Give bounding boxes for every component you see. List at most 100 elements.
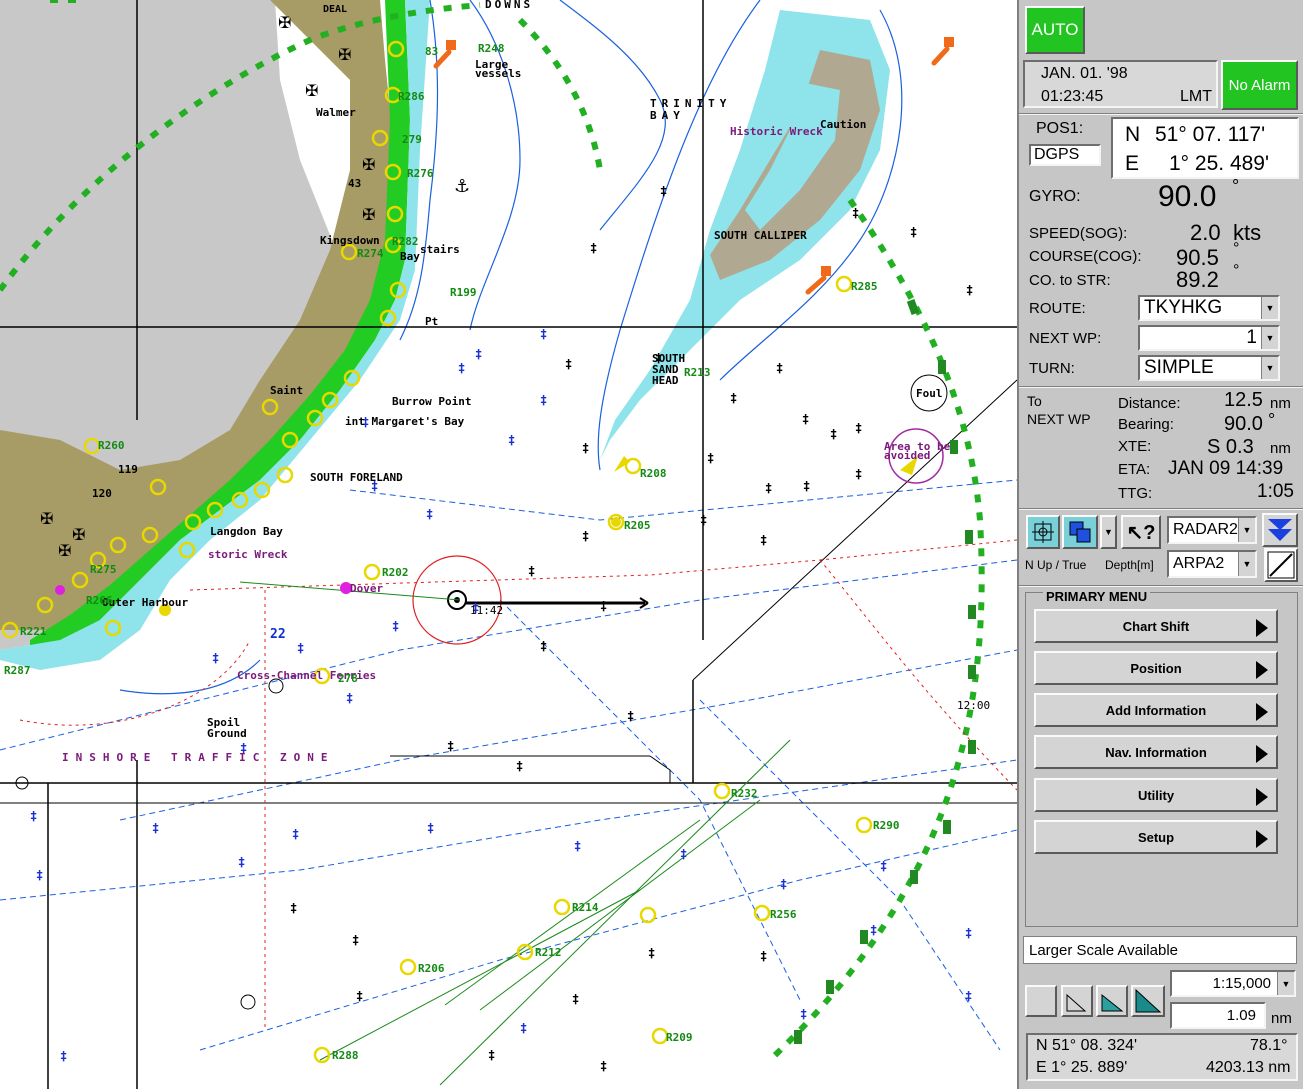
alarm-label: No Alarm [1228, 76, 1291, 94]
svg-text:‡: ‡ [855, 467, 862, 481]
buoy-r276[interactable]: R276 [407, 167, 434, 180]
date-display: JAN. 01. '98 [1041, 65, 1128, 82]
svg-text:‡: ‡ [540, 393, 547, 407]
play-arrow-icon [1256, 703, 1268, 721]
buoy-r286[interactable]: R286 [398, 90, 425, 103]
buoy-r256[interactable]: R256 [770, 908, 797, 921]
buoy-r287[interactable]: R287 [4, 664, 31, 677]
svg-text:‡: ‡ [965, 989, 972, 1003]
chevron-down-icon[interactable]: ▼ [1261, 297, 1278, 319]
pos-source-box[interactable]: DGPS [1029, 144, 1101, 166]
svg-text:✠: ✠ [58, 541, 71, 560]
label-historic-wreck: Historic Wreck [730, 125, 823, 138]
nautical-chart[interactable]: ⚓ ✠ ✠ ✠ ✠ ✠ ✠ ✠ ✠ ‡ ‡ ‡ ‡ ‡ ‡ ‡ ‡ ‡ ‡ ‡ ‡ ‡ ‡ ‡ ‡ ‡ ‡ ‡ ‡ ‡… [0, 0, 1017, 1089]
buoy-r282[interactable]: R282 [392, 235, 419, 248]
buoy-r209[interactable]: R209 [666, 1031, 693, 1044]
cursor-distance: 4203.13 nm [1206, 1059, 1291, 1076]
label-saint: Saint [270, 384, 304, 397]
north-up-button[interactable] [1026, 515, 1060, 549]
menu-position-button[interactable]: Position [1034, 651, 1278, 685]
eta-value: JAN 09 14:39 [1168, 458, 1284, 479]
next-wp-select[interactable]: 1 ▼ [1138, 325, 1280, 351]
pos-source: DGPS [1034, 146, 1080, 163]
chart-canvas[interactable]: ⚓ ✠✠✠ ✠✠✠ ✠✠ ‡‡‡ ‡‡‡ ‡‡‡ ‡‡ ‡ ‡‡‡ ‡‡‡ ‡‡ ‡… [0, 0, 1017, 1089]
speed-label: SPEED(SOG): [1029, 225, 1128, 242]
menu-label: Add Information [1105, 702, 1207, 718]
chevron-down-icon[interactable]: ▼ [1261, 357, 1278, 379]
buoy-r212[interactable]: R212 [535, 946, 562, 959]
menu-add-information-button[interactable]: Add Information [1034, 693, 1278, 727]
label-inshore-traffic-zone: INSHORE TRAFFIC ZONE [62, 751, 335, 764]
svg-text:‡: ‡ [36, 868, 43, 882]
buoy-r288[interactable]: R288 [332, 1049, 359, 1062]
cursor-lon: E 1° 25. 889' [1036, 1059, 1128, 1076]
range-input[interactable]: 1.09 [1170, 1002, 1266, 1029]
menu-chart-shift-button[interactable]: Chart Shift [1034, 609, 1278, 643]
buoy-r278[interactable]: 278 [338, 672, 358, 685]
route-value: TKYHKG [1144, 297, 1223, 318]
svg-text:‡: ‡ [855, 421, 862, 435]
alarm-status-button[interactable]: No Alarm [1221, 60, 1298, 110]
svg-text:⚓: ⚓ [454, 176, 470, 197]
buoy-r232[interactable]: R232 [731, 787, 758, 800]
buoy-r221[interactable]: R221 [20, 625, 47, 638]
menu-setup-button[interactable]: Setup [1034, 820, 1278, 854]
radar-select[interactable]: RADAR2 ▼ [1167, 516, 1257, 544]
buoy-r213[interactable]: R213 [684, 366, 711, 379]
depth-query-button[interactable]: ↖? [1121, 515, 1161, 549]
svg-text:‡: ‡ [488, 1048, 495, 1062]
chevron-down-icon[interactable]: ▼ [1238, 552, 1255, 576]
ttg-value: 1:05 [1257, 481, 1294, 502]
buoy-r214[interactable]: R214 [572, 901, 599, 914]
distance-label: Distance: [1118, 395, 1181, 412]
scale-button-4[interactable] [1131, 985, 1165, 1017]
status-message-box: Larger Scale Available [1023, 936, 1297, 964]
svg-text:‡: ‡ [965, 926, 972, 940]
menu-label: Nav. Information [1105, 744, 1207, 760]
buoy-r279[interactable]: 279 [402, 133, 422, 146]
scale-button-1[interactable] [1025, 985, 1057, 1017]
buoy-r208[interactable]: R208 [640, 467, 667, 480]
svg-text:✠: ✠ [338, 45, 351, 64]
svg-text:‡: ‡ [447, 739, 454, 753]
buoy-r275[interactable]: R275 [90, 563, 117, 576]
buoy-r260[interactable]: R260 [98, 439, 125, 452]
route-select[interactable]: TKYHKG ▼ [1138, 295, 1280, 321]
buoy-r248[interactable]: R248 [478, 42, 505, 55]
svg-text:‡: ‡ [346, 691, 353, 705]
play-arrow-icon [1256, 788, 1268, 806]
distance-value: 12.5 [1224, 389, 1263, 411]
buoy-r199[interactable]: R199 [450, 286, 477, 299]
scale-select[interactable]: 1:15,000 ▼ [1170, 970, 1296, 997]
chevron-down-icon[interactable]: ▼ [1277, 972, 1294, 995]
lon-hemisphere: E [1125, 152, 1140, 175]
arpa-select[interactable]: ARPA2 ▼ [1167, 550, 1257, 578]
depth-120: 120 [92, 487, 112, 500]
buoy-r290[interactable]: R290 [873, 819, 900, 832]
buoy-r274[interactable]: R274 [357, 247, 384, 260]
label-area-avoided: Area to be avoided [884, 440, 951, 462]
scroll-down-button[interactable] [1262, 513, 1298, 547]
slash-icon [1267, 551, 1295, 579]
buoy-r285[interactable]: R285 [851, 280, 878, 293]
true-motion-button[interactable] [1062, 515, 1098, 549]
svg-text:‡: ‡ [540, 639, 547, 653]
chevron-down-icon[interactable]: ▼ [1238, 518, 1255, 542]
timezone-display: LMT [1180, 88, 1212, 105]
buoy-r202[interactable]: R202 [382, 566, 409, 579]
svg-text:‡: ‡ [574, 839, 581, 853]
buoy-r205[interactable]: R205 [624, 519, 651, 532]
display-mode-dropdown[interactable]: ▼ [1100, 515, 1117, 549]
buoy-r206[interactable]: R206 [418, 962, 445, 975]
chevron-down-icon[interactable]: ▼ [1261, 327, 1278, 349]
menu-nav-information-button[interactable]: Nav. Information [1034, 735, 1278, 769]
auto-mode-button[interactable]: AUTO [1025, 6, 1085, 54]
scale-button-3[interactable] [1096, 985, 1128, 1017]
buoy-r283[interactable]: 83 [425, 45, 438, 58]
label-pt: Pt [425, 315, 439, 328]
menu-utility-button[interactable]: Utility [1034, 778, 1278, 812]
clear-button[interactable] [1264, 548, 1298, 582]
turn-select[interactable]: SIMPLE ▼ [1138, 355, 1280, 381]
scale-button-2[interactable] [1061, 985, 1093, 1017]
buoy-r266[interactable]: R266 [86, 594, 113, 607]
